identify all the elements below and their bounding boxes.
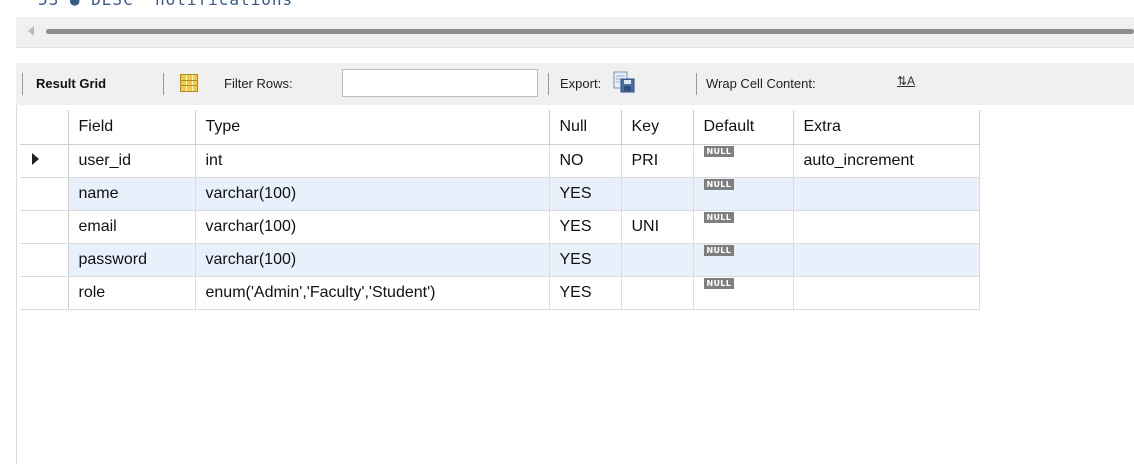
cell-type[interactable]: varchar(100) [195,210,550,244]
toolbar-separator [696,73,697,95]
row-header[interactable] [20,276,69,310]
null-badge: NULL [703,211,735,223]
cell-default[interactable]: NULL [693,276,794,310]
sql-editor-partial: 53 ● DESC `notifications` [0,0,1134,16]
mysql-workbench-result-panel: 53 ● DESC `notifications` Result Grid Fi… [0,0,1134,464]
cell-extra[interactable]: auto_increment [793,144,980,178]
cell-type[interactable]: int [195,144,550,178]
result-grid-tab[interactable]: Result Grid [36,76,106,91]
cell-field[interactable]: password [68,243,196,277]
filter-rows-label: Filter Rows: [224,76,293,91]
row-header[interactable] [20,243,69,277]
cell-default[interactable]: NULL [693,210,794,244]
scroll-left-arrow-icon[interactable] [28,26,34,36]
cell-null[interactable]: YES [549,243,622,277]
toolbar-separator [548,73,549,95]
cell-null[interactable]: YES [549,210,622,244]
row-header[interactable] [20,144,69,178]
cell-null[interactable]: YES [549,177,622,211]
null-badge: NULL [703,178,735,190]
null-badge: NULL [703,244,735,256]
horizontal-scrollbar[interactable] [16,17,1134,48]
cell-type[interactable]: varchar(100) [195,243,550,277]
row-header[interactable] [20,210,69,244]
cell-key[interactable] [621,177,694,211]
column-header-null[interactable]: Null [549,110,622,145]
toolbar-separator [22,73,23,95]
cell-field[interactable]: user_id [68,144,196,178]
column-header-extra[interactable]: Extra [793,110,980,145]
wrap-cell-content-icon[interactable]: ⇅A [897,74,917,90]
toolbar-separator [163,73,164,95]
cell-default[interactable]: NULL [693,243,794,277]
export-label: Export: [560,76,602,91]
editor-partial-line: 53 ● DESC `notifications` [38,0,304,9]
current-row-arrow-icon [32,152,39,165]
cell-null[interactable]: YES [549,276,622,310]
filter-rows-input[interactable] [342,69,538,97]
row-header-corner [20,110,69,145]
result-grid: Field Type Null Key Default Extra user_i… [20,110,980,310]
wrap-cell-content-label: Wrap Cell Content: [706,76,816,91]
cell-extra[interactable] [793,243,980,277]
null-badge: NULL [703,277,735,289]
column-header-type[interactable]: Type [195,110,550,145]
cell-extra[interactable] [793,177,980,211]
cell-field[interactable]: role [68,276,196,310]
cell-key[interactable]: UNI [621,210,694,244]
result-toolbar: Result Grid Filter Rows: Export: Wrap Ce… [16,63,1134,105]
cell-extra[interactable] [793,276,980,310]
cell-type[interactable]: varchar(100) [195,177,550,211]
column-header-default[interactable]: Default [693,110,794,145]
cell-key[interactable] [621,243,694,277]
table-row[interactable]: role enum('Admin','Faculty','Student') Y… [20,276,980,310]
grid-icon[interactable] [180,74,198,92]
null-badge: NULL [703,145,735,157]
table-row[interactable]: email varchar(100) YES UNI NULL [20,210,980,244]
cell-default[interactable]: NULL [693,144,794,178]
cell-key[interactable] [621,276,694,310]
table-row[interactable]: name varchar(100) YES NULL [20,177,980,211]
cell-null[interactable]: NO [549,144,622,178]
cell-key[interactable]: PRI [621,144,694,178]
cell-type[interactable]: enum('Admin','Faculty','Student') [195,276,550,310]
cell-default[interactable]: NULL [693,177,794,211]
row-header[interactable] [20,177,69,211]
cell-field[interactable]: email [68,210,196,244]
table-row[interactable]: user_id int NO PRI NULL auto_increment [20,144,980,178]
column-header-field[interactable]: Field [68,110,196,145]
grid-header-row: Field Type Null Key Default Extra [20,110,980,145]
column-header-key[interactable]: Key [621,110,694,145]
grid-left-border [16,105,17,464]
table-row[interactable]: password varchar(100) YES NULL [20,243,980,277]
export-icon[interactable] [613,71,635,93]
cell-field[interactable]: name [68,177,196,211]
cell-extra[interactable] [793,210,980,244]
scrollbar-thumb[interactable] [46,29,1134,34]
